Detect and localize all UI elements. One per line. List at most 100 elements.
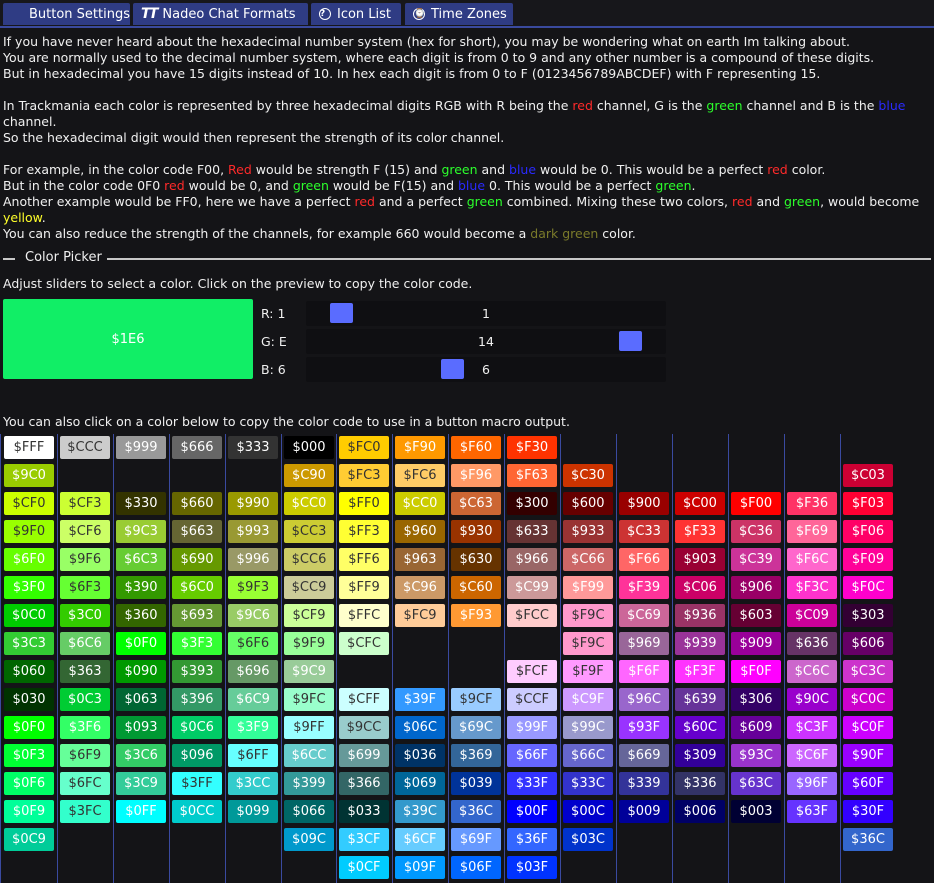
color-swatch[interactable]: $3F3 <box>172 632 222 655</box>
color-swatch[interactable]: $6FC <box>60 772 110 795</box>
color-swatch[interactable]: $9FC <box>284 688 334 711</box>
color-swatch[interactable]: $CF3 <box>60 492 110 515</box>
tab-time-zones[interactable]: ⌚ Time Zones <box>405 3 513 25</box>
color-swatch[interactable]: $F09 <box>843 548 893 571</box>
color-swatch[interactable]: $009 <box>619 800 669 823</box>
color-swatch[interactable]: $06C <box>395 716 445 739</box>
color-swatch[interactable]: $C36 <box>731 520 781 543</box>
color-swatch[interactable]: $6C3 <box>116 548 166 571</box>
color-swatch[interactable]: $36C <box>451 800 501 823</box>
color-swatch[interactable]: $393 <box>172 660 222 683</box>
color-swatch[interactable]: $C03 <box>843 464 893 487</box>
color-swatch[interactable]: $9C3 <box>116 520 166 543</box>
color-swatch[interactable]: $963 <box>395 548 445 571</box>
color-swatch[interactable]: $9C0 <box>4 464 54 487</box>
color-swatch[interactable]: $0F6 <box>4 772 54 795</box>
tab-button-settings[interactable]: Button Settings <box>3 3 130 25</box>
color-swatch[interactable]: $C00 <box>675 492 725 515</box>
color-swatch[interactable]: $669 <box>619 744 669 767</box>
color-swatch[interactable]: $C3C <box>843 660 893 683</box>
color-swatch[interactable]: $F36 <box>787 492 837 515</box>
color-swatch[interactable]: $F06 <box>843 520 893 543</box>
red-slider[interactable]: 1 <box>306 301 666 326</box>
color-swatch[interactable]: $0FF <box>116 800 166 823</box>
color-swatch[interactable]: $9FF <box>284 716 334 739</box>
color-swatch[interactable]: $F30 <box>507 436 557 459</box>
color-swatch[interactable]: $606 <box>843 632 893 655</box>
color-swatch[interactable]: $909 <box>731 632 781 655</box>
color-swatch[interactable]: $FF3 <box>339 520 389 543</box>
color-swatch[interactable]: $3F6 <box>60 716 110 739</box>
color-swatch[interactable]: $33F <box>507 772 557 795</box>
color-swatch[interactable]: $096 <box>172 744 222 767</box>
color-swatch[interactable]: $C39 <box>731 548 781 571</box>
color-swatch[interactable]: $00F <box>507 800 557 823</box>
color-swatch[interactable]: $99C <box>563 716 613 739</box>
color-swatch[interactable]: $396 <box>172 688 222 711</box>
color-swatch[interactable]: $F0F <box>731 660 781 683</box>
color-swatch[interactable]: $C96 <box>395 576 445 599</box>
color-swatch[interactable]: $C06 <box>675 576 725 599</box>
color-swatch[interactable]: $9F3 <box>228 576 278 599</box>
color-swatch[interactable]: $FCF <box>507 660 557 683</box>
color-swatch[interactable]: $FC9 <box>395 604 445 627</box>
color-swatch[interactable]: $000 <box>284 436 334 459</box>
tab-icon-list[interactable]: ? Icon List <box>311 3 401 25</box>
color-swatch[interactable]: $F03 <box>843 492 893 515</box>
color-swatch[interactable]: $3C0 <box>60 604 110 627</box>
color-swatch[interactable]: $0CF <box>339 856 389 879</box>
color-swatch[interactable]: $33C <box>563 772 613 795</box>
color-swatch[interactable]: $9F9 <box>284 632 334 655</box>
color-swatch[interactable]: $F93 <box>451 604 501 627</box>
color-swatch[interactable]: $066 <box>284 800 334 823</box>
color-swatch[interactable]: $F96 <box>451 464 501 487</box>
color-swatch[interactable]: $696 <box>228 660 278 683</box>
color-swatch[interactable]: $0C3 <box>60 688 110 711</box>
color-swatch[interactable]: $3FF <box>172 772 222 795</box>
color-swatch[interactable]: $C60 <box>451 576 501 599</box>
color-swatch[interactable]: $666 <box>172 436 222 459</box>
color-swatch[interactable]: $6C0 <box>172 576 222 599</box>
color-swatch[interactable]: $690 <box>172 548 222 571</box>
color-swatch[interactable]: $FF9 <box>339 576 389 599</box>
color-swatch[interactable]: $3C6 <box>116 744 166 767</box>
color-swatch[interactable]: $339 <box>619 772 669 795</box>
color-swatch[interactable]: $C09 <box>787 604 837 627</box>
color-swatch[interactable]: $930 <box>451 520 501 543</box>
color-swatch[interactable]: $3FC <box>60 800 110 823</box>
color-swatch[interactable]: $39C <box>395 800 445 823</box>
color-swatch[interactable]: $F3F <box>675 660 725 683</box>
color-swatch[interactable]: $F00 <box>731 492 781 515</box>
blue-slider[interactable]: 6 <box>306 357 666 382</box>
color-swatch[interactable]: $960 <box>395 520 445 543</box>
color-swatch[interactable]: $993 <box>228 520 278 543</box>
color-swatch[interactable]: $C66 <box>563 548 613 571</box>
color-swatch[interactable]: $663 <box>172 520 222 543</box>
color-swatch[interactable]: $90C <box>787 688 837 711</box>
color-swatch[interactable]: $C0F <box>843 716 893 739</box>
color-swatch[interactable]: $6F9 <box>60 744 110 767</box>
color-swatch[interactable]: $C90 <box>284 464 334 487</box>
color-swatch[interactable]: $F9F <box>563 660 613 683</box>
color-swatch[interactable]: $0CC <box>172 800 222 823</box>
color-swatch[interactable]: $903 <box>675 548 725 571</box>
color-swatch[interactable]: $03C <box>563 828 613 851</box>
color-swatch[interactable]: $F90 <box>395 436 445 459</box>
green-slider[interactable]: 14 <box>306 329 666 354</box>
color-swatch[interactable]: $939 <box>675 632 725 655</box>
color-swatch[interactable]: $093 <box>116 716 166 739</box>
color-swatch[interactable]: $09F <box>395 856 445 879</box>
color-swatch[interactable]: $9CF <box>451 688 501 711</box>
color-swatch[interactable]: $60C <box>675 716 725 739</box>
color-swatch[interactable]: $66F <box>507 744 557 767</box>
color-swatch[interactable]: $FC0 <box>339 436 389 459</box>
color-swatch[interactable]: $CC6 <box>284 548 334 571</box>
color-swatch[interactable]: $F9C <box>563 604 613 627</box>
color-swatch[interactable]: $099 <box>228 800 278 823</box>
color-swatch[interactable]: $609 <box>731 716 781 739</box>
color-swatch[interactable]: $036 <box>395 744 445 767</box>
color-swatch[interactable]: $CC3 <box>284 520 334 543</box>
color-swatch[interactable]: $CF9 <box>284 604 334 627</box>
color-swatch[interactable]: $F99 <box>563 576 613 599</box>
color-swatch[interactable]: $99F <box>507 716 557 739</box>
